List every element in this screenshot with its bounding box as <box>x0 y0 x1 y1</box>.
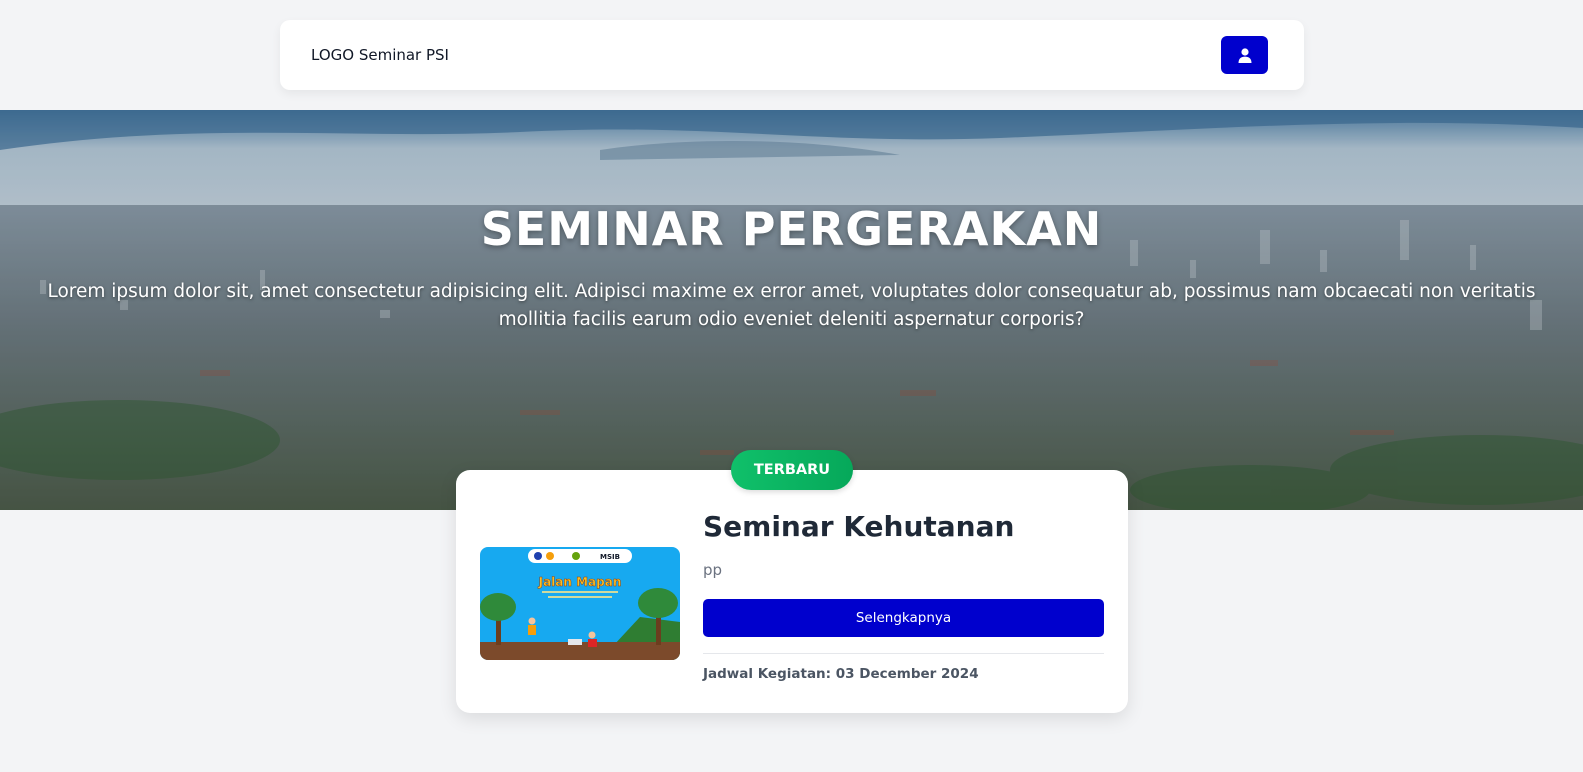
seminar-title: Seminar Kehutanan <box>703 510 1015 543</box>
svg-text:MSIB: MSIB <box>600 553 620 561</box>
seminar-schedule: Jadwal Kegiatan: 03 December 2024 <box>703 666 979 682</box>
seminar-description: pp <box>703 561 723 579</box>
hero-description: Lorem ipsum dolor sit, amet consectetur … <box>47 281 1536 330</box>
featured-seminar-card: TERBARU MSIB Jalan Mapan Seminar Kehutan… <box>456 450 1128 713</box>
user-account-button[interactable] <box>1221 36 1268 74</box>
svg-text:Jalan Mapan: Jalan Mapan <box>538 575 622 589</box>
divider <box>703 653 1104 654</box>
card-body: Seminar Kehutanan pp Selengkapnya Jadwal… <box>703 510 1104 682</box>
read-more-button[interactable]: Selengkapnya <box>703 599 1104 637</box>
user-icon <box>1238 47 1251 63</box>
navbar: LOGO Seminar PSI <box>280 20 1304 90</box>
hero-title: SEMINAR PERGERAKAN <box>480 202 1103 256</box>
latest-badge: TERBARU <box>731 450 853 490</box>
brand-logo[interactable]: LOGO Seminar PSI <box>311 46 449 64</box>
hero-content: SEMINAR PERGERAKAN Lorem ipsum dolor sit… <box>0 202 1583 334</box>
seminar-thumbnail[interactable]: MSIB Jalan Mapan <box>480 547 680 660</box>
